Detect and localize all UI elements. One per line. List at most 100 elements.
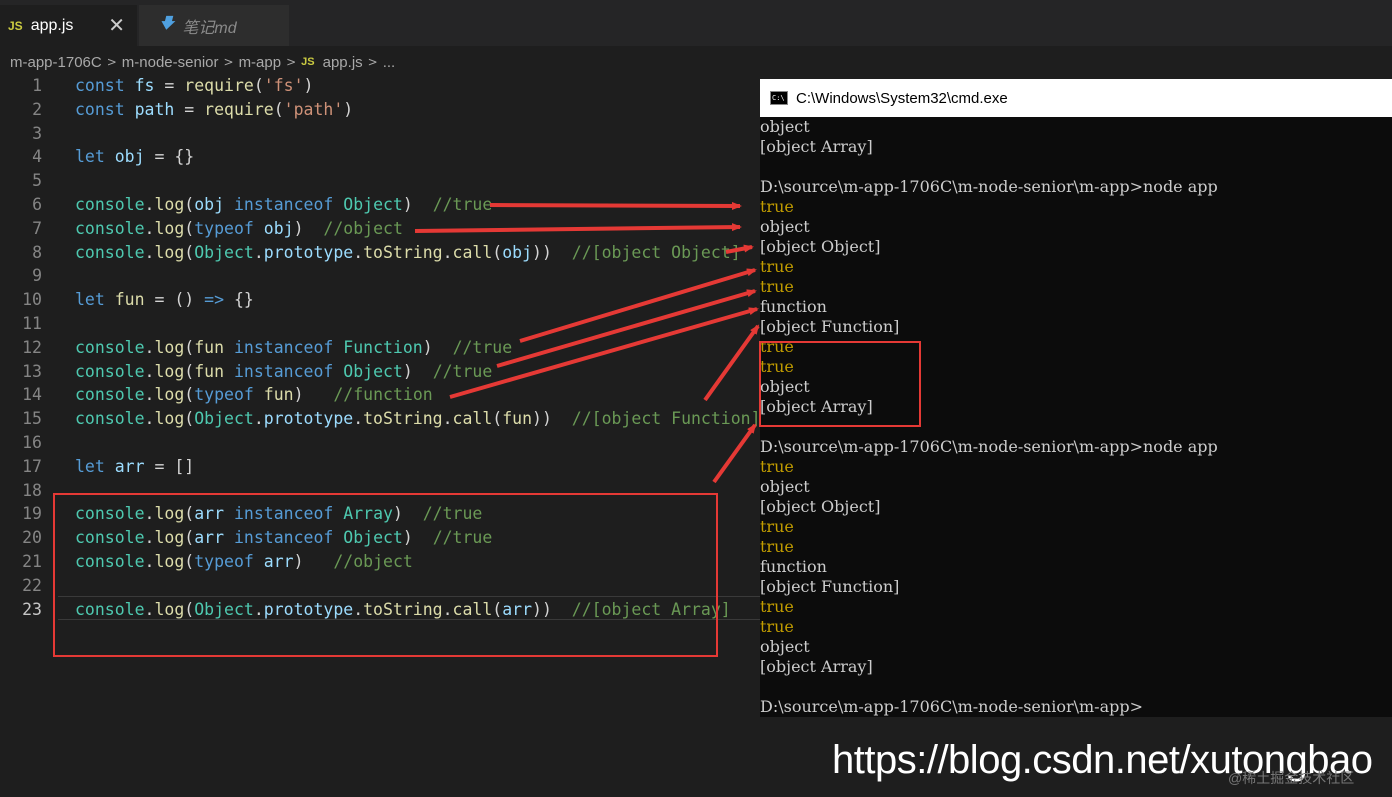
code-token: ( [184,552,195,571]
cmd-output-line: object [760,477,810,496]
line-number: 5 [32,171,42,191]
code-text: let arr = [] [75,455,194,479]
code-text: console.log(fun instanceof Function) //t… [75,336,512,360]
code-line[interactable]: 3 [0,122,760,146]
code-token: Object [343,528,403,548]
code-line[interactable]: 2 const path = require('path') [0,98,760,122]
code-token: {} [224,290,254,310]
code-text: console.log(Object.prototype.toString.ca… [75,598,731,622]
code-line[interactable]: 6 console.log(obj instanceof Object) //tr… [0,193,760,217]
code-line[interactable]: 11 [0,312,760,336]
cmd-title: C:\Windows\System32\cmd.exe [796,89,1008,107]
code-token: . [144,552,155,571]
code-line[interactable]: 23 console.log(Object.prototype.toString.… [0,598,760,622]
code-text: console.log(typeof arr) //object [75,550,413,574]
code-token: . [144,504,155,524]
code-token: => [204,290,225,310]
code-line[interactable]: 1 const fs = require('fs') [0,74,760,98]
code-token: ) [293,218,324,238]
tab-label: 笔记md [182,19,237,37]
code-line[interactable]: 9 [0,264,760,288]
javascript-file-icon: JS [8,18,23,33]
code-token: ( [184,599,195,619]
breadcrumb-item[interactable]: ... [383,54,396,71]
code-token: let [75,290,115,310]
cmd-output-line: true [760,197,794,216]
code-token: Function [343,337,423,357]
code-token: console [75,195,145,214]
code-token: . [144,528,155,548]
code-token: ( [492,242,503,262]
line-number: 6 [32,195,42,214]
code-line[interactable]: 5 [0,169,760,193]
breadcrumb-item[interactable]: m-app [239,54,282,71]
line-number: 18 [22,480,42,500]
breadcrumb-item[interactable]: m-node-senior [122,54,219,71]
code-token: fun [502,409,533,429]
chevron-right-icon: > [223,55,234,69]
breadcrumb-item[interactable]: app.js [323,54,363,71]
code-line[interactable]: 15 console.log(Object.prototype.toString.… [0,407,760,431]
code-token: toString [363,242,443,262]
code-token: console [75,361,145,381]
code-text: console.log(arr instanceof Object) //tru… [75,526,492,550]
editor-tab-bar: JS app.js ✕ 🡇 笔记md [0,0,1392,46]
code-token: log [154,218,185,238]
code-line[interactable]: 10 let fun = () => {} [0,288,760,312]
code-line[interactable]: 14 console.log(typeof fun) //function [0,383,760,407]
code-line[interactable]: 4 let obj = {} [0,145,760,169]
line-number: 7 [32,218,42,238]
code-token: . [442,599,453,619]
code-line[interactable]: 7 console.log(typeof obj) //object [0,217,760,241]
code-token: //object [333,552,413,571]
cmd-output-line: true [760,597,794,616]
chevron-right-icon: > [367,55,378,69]
code-token: //true [422,504,483,524]
code-token: ( [184,385,195,405]
code-line[interactable]: 22 [0,574,760,598]
code-token: call [452,409,493,429]
code-token: arr [114,456,145,476]
code-line[interactable]: 8 console.log(Object.prototype.toString.c… [0,241,760,265]
cmd-output-line: [object Object] [760,497,881,516]
tab-app-js[interactable]: JS app.js ✕ [0,5,137,46]
code-token: toString [363,599,443,619]
code-line[interactable]: 16 [0,431,760,455]
code-token: console [75,599,145,619]
code-token: Object [194,242,254,262]
code-token: 'path' [283,99,344,119]
tab-notes-md[interactable]: 🡇 笔记md [139,5,289,46]
code-token: ) [422,337,453,357]
code-token: //function [333,385,433,405]
close-icon[interactable]: ✕ [108,13,125,37]
cmd-icon [770,91,788,105]
code-text: console.log(obj instanceof Object) //tru… [75,193,492,217]
code-token: require [204,99,274,119]
cmd-output-line: D:\source\m-app-1706C\m-node-senior\m-ap… [760,177,1218,196]
cmd-output-line: true [760,517,794,536]
line-number: 13 [22,361,42,381]
code-token: . [353,242,364,262]
code-token: log [154,528,185,548]
code-token: prototype [263,599,354,619]
code-line[interactable]: 17 let arr = [] [0,455,760,479]
code-token: const [75,76,135,95]
breadcrumb-item[interactable]: m-app-1706C [10,54,102,71]
code-token: const [75,99,135,119]
code-line[interactable]: 21 console.log(typeof arr) //object [0,550,760,574]
code-text: const path = require('path') [75,98,353,122]
cmd-title-bar[interactable]: C:\Windows\System32\cmd.exe [760,79,1392,117]
code-text: const fs = require('fs') [75,74,313,98]
code-token: log [154,337,185,357]
code-line[interactable]: 19 console.log(arr instanceof Array) //tr… [0,502,760,526]
code-line[interactable]: 12 console.log(fun instanceof Function) /… [0,336,760,360]
code-token: )) [532,409,572,429]
code-line[interactable]: 13 console.log(fun instanceof Object) //t… [0,360,760,384]
cmd-window[interactable]: C:\Windows\System32\cmd.exe object[objec… [760,79,1392,717]
code-line[interactable]: 20 console.log(arr instanceof Object) //t… [0,526,760,550]
javascript-file-icon: JS [301,56,315,68]
code-line[interactable]: 18 [0,479,760,503]
code-token: fun [263,385,294,405]
code-token: arr [194,528,234,548]
code-token: = {} [144,147,195,167]
